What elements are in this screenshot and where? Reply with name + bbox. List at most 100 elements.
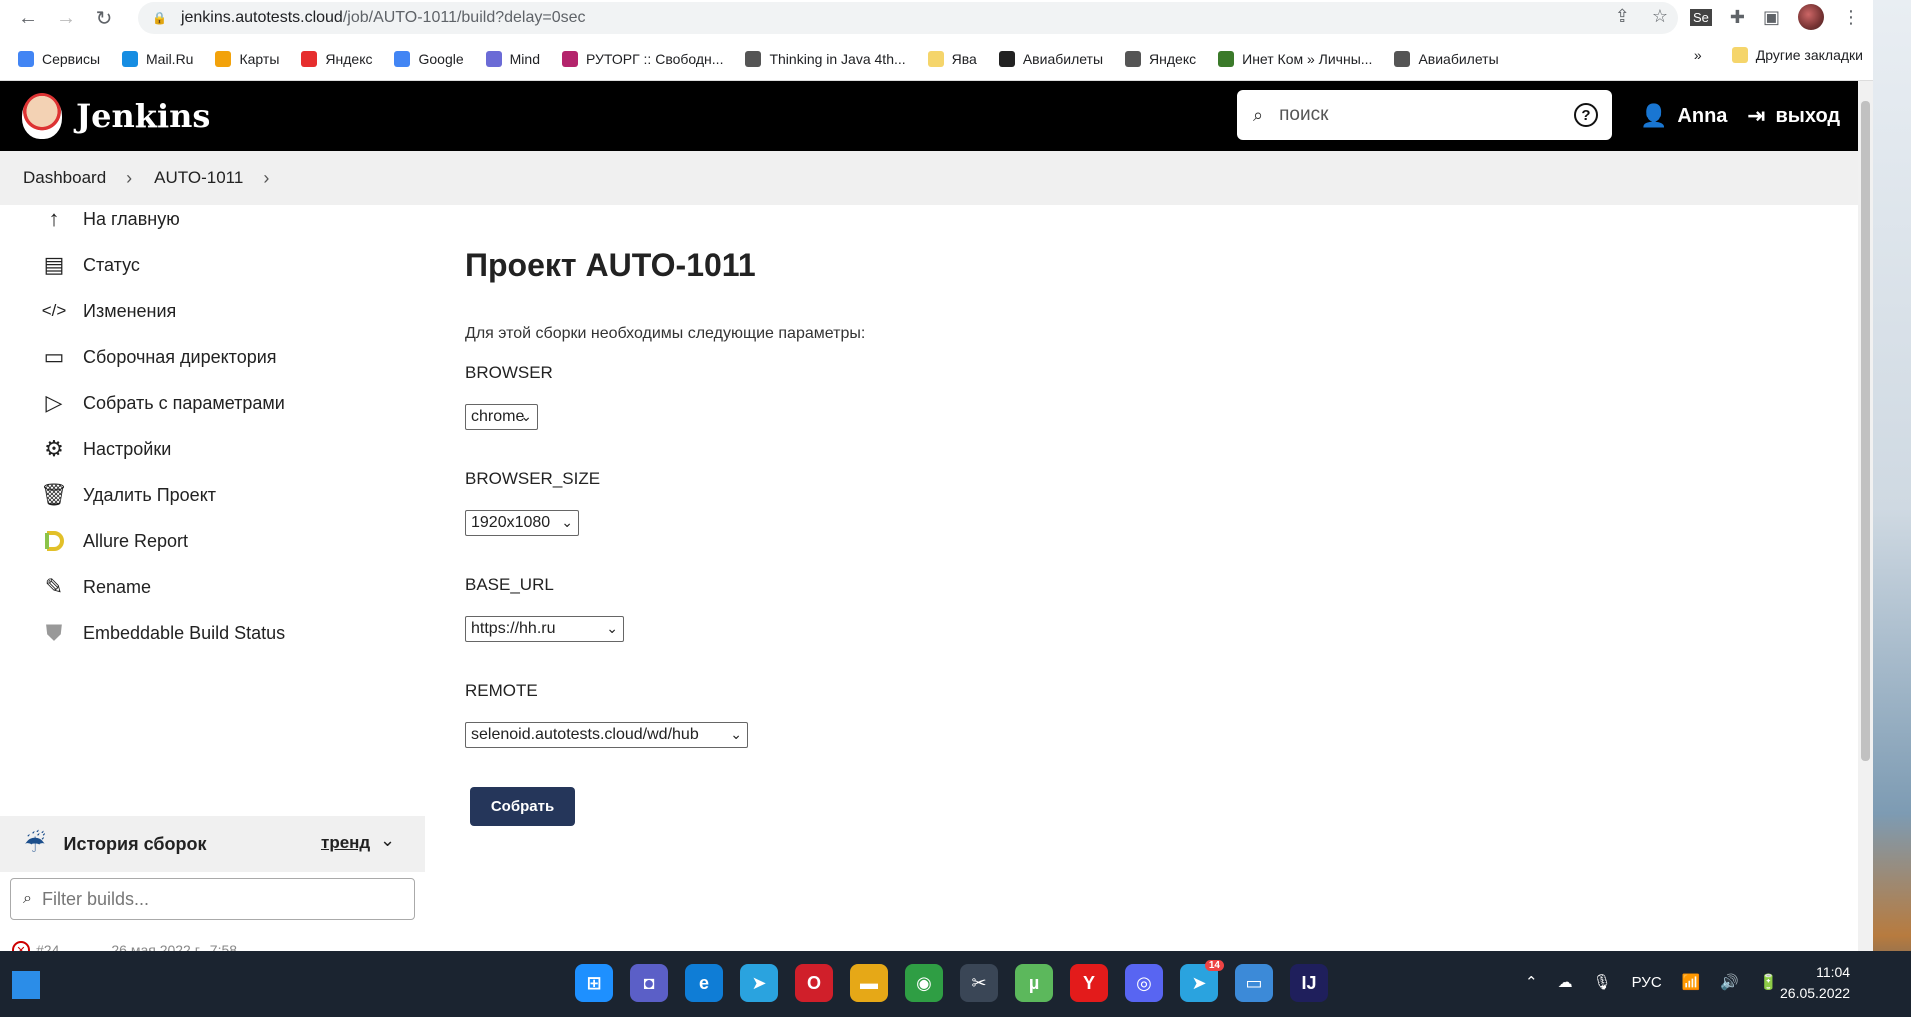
bookmark-label: Карты [239,50,280,67]
logout-link[interactable]: ⇥ выход [1747,103,1840,129]
select-value: selenoid.autotests.cloud/wd/hub [471,726,699,743]
snipping-tool-icon[interactable]: ✂ [960,964,998,1002]
breadcrumb-dashboard[interactable]: Dashboard [23,168,106,188]
wifi-icon[interactable]: 📶 [1682,973,1701,991]
chevron-up-icon[interactable]: ⌃ [1525,973,1538,991]
onedrive-cloud-icon[interactable]: ☁ [1558,973,1573,991]
sidebar-item-configure[interactable]: ⚙ Настройки [40,435,171,463]
inetcom-icon [1218,50,1235,67]
bookmark-item[interactable]: Карты [215,50,280,67]
side-panel-icon[interactable]: ▣ [1763,7,1780,28]
chevron-down-icon: ⌄ [730,726,742,742]
bookmark-item[interactable]: Thinking in Java 4th... [745,50,906,67]
bookmark-item[interactable]: Яндекс [1125,50,1196,67]
clock-date: 26.05.2022 [1780,985,1851,1001]
start-icon[interactable] [12,971,40,999]
chevron-right-icon: › [126,167,133,188]
chrome-icon[interactable]: ◉ [905,964,943,1002]
sidebar-item-build-with-params[interactable]: ▷ Собрать с параметрами [40,389,285,417]
telegram-icon[interactable]: ➤ [740,964,778,1002]
share-icon[interactable]: ⇪ [1615,6,1630,27]
sidebar-item-label: Собрать с параметрами [83,392,285,413]
bookmark-item[interactable]: Mail.Ru [122,50,193,67]
help-icon[interactable]: ? [1574,103,1598,127]
jenkins-logo[interactable]: Jenkins [22,93,210,139]
sidebar-item-label: Embeddable Build Status [83,622,286,643]
page-scrollbar[interactable] [1858,81,1873,951]
bookmark-item[interactable]: Ява [927,50,977,67]
bookmark-item[interactable]: Авиабилеты [1394,50,1499,67]
search-icon: ⌕ [1253,104,1264,125]
bookmark-star-icon[interactable]: ☆ [1652,6,1668,27]
sidebar-item-label: Изменения [83,300,177,321]
build-button[interactable]: Собрать [470,787,575,826]
select-value: https://hh.ru [471,620,556,637]
bookmark-item[interactable]: Яндекс [301,50,372,67]
param-select-browser[interactable]: chrome ⌄ [465,404,538,430]
language-indicator[interactable]: РУС [1632,974,1662,991]
forward-icon[interactable]: → [52,5,80,33]
telegram-desktop-icon[interactable]: ➤ 14 [1180,960,1224,1002]
extensions-puzzle-icon[interactable]: ✚ [1730,7,1745,28]
bookmark-item[interactable]: Сервисы [18,50,100,67]
user-link[interactable]: 👤 Anna [1640,103,1727,129]
sidebar-item-delete-project[interactable]: 🗑 Удалить Проект [40,481,216,509]
volume-icon[interactable]: 🔊 [1720,973,1739,991]
bookmark-label: Google [418,50,464,67]
desktop-wallpaper [1873,0,1911,1017]
chevron-right-icon[interactable]: › [263,168,269,189]
bookmark-item[interactable]: Mind [485,50,540,67]
edge-icon[interactable]: e [685,964,723,1002]
microphone-icon[interactable]: 🎙 [1593,973,1612,991]
plane-icon [998,50,1015,67]
file-explorer-icon[interactable]: ▬ [850,964,888,1002]
windows-start-icon[interactable]: ⊞ [575,964,613,1002]
build-number[interactable]: #24 [36,942,59,951]
more-bookmarks-button[interactable]: » [1694,47,1702,63]
sidebar-item-allure-report[interactable]: Allure Report [40,527,188,555]
desktop-app-icon[interactable]: ▭ [1235,964,1273,1002]
browser-menu-icon[interactable]: ⋮ [1842,7,1860,28]
bookmark-item[interactable]: Google [394,50,464,67]
logout-icon: ⇥ [1747,103,1766,128]
search-input[interactable]: ⌕ поиск ? [1237,90,1612,140]
lock-icon: 🔒 [152,11,167,25]
sidebar-item-rename[interactable]: ✎ Rename [40,573,151,601]
param-select-base-url[interactable]: https://hh.ru ⌄ [465,616,624,642]
utorrent-icon[interactable]: µ [1015,964,1053,1002]
discord-icon[interactable]: ◎ [1125,964,1163,1002]
back-icon[interactable]: ← [14,5,42,33]
rutorg-icon [562,50,578,67]
sidebar-item-embeddable-build-status[interactable]: ⛊ Embeddable Build Status [40,619,285,647]
sidebar-item-workspace[interactable]: ▭ Сборочная директория [40,343,277,371]
bookmark-item[interactable]: РУТОРГ :: Свободн... [562,50,723,67]
taskbar-clock[interactable]: 11:04 26.05.2022 [1780,962,1850,1004]
trend-link[interactable]: тренд [321,833,370,853]
sidebar-item-status[interactable]: ▤ Статус [40,251,140,279]
scrollbar-thumb[interactable] [1861,101,1870,761]
sidebar-item-home[interactable]: ↑ На главную [40,205,180,233]
other-bookmarks-folder[interactable]: Другие закладки [1731,47,1863,63]
bookmark-item[interactable]: Инет Ком » Личны... [1218,50,1372,67]
teams-chat-icon[interactable]: ◘ [630,964,668,1002]
chevron-down-icon[interactable]: ⌄ [380,830,395,851]
reload-icon[interactable]: ↻ [90,5,118,33]
battery-icon[interactable]: 🔋 [1759,973,1778,991]
globe-icon [745,50,762,67]
intellij-idea-icon[interactable]: IJ [1290,964,1328,1002]
param-label-remote: REMOTE [465,681,538,700]
profile-avatar[interactable] [1798,4,1825,30]
param-select-remote[interactable]: selenoid.autotests.cloud/wd/hub ⌄ [465,722,748,748]
address-bar[interactable]: 🔒 jenkins.autotests.cloud/job/AUTO-1011/… [138,2,1678,34]
filter-builds-input[interactable]: ⌕ Filter builds... [10,878,415,920]
param-select-browser-size[interactable]: 1920x1080 ⌄ [465,510,579,536]
build-history-row[interactable]: ✕ #24 26 мая 2022 г., 7:58 [12,940,422,951]
sidebar-item-label: Сборочная директория [83,346,277,367]
selenium-extension-icon[interactable]: Se [1690,8,1712,26]
yandex-browser-icon[interactable]: Y [1070,964,1108,1002]
opera-icon[interactable]: O [795,964,833,1002]
breadcrumb-job[interactable]: AUTO-1011 [154,168,243,188]
bookmark-item[interactable]: Авиабилеты [998,50,1103,67]
sidebar-item-changes[interactable]: </> Изменения [40,297,177,325]
maps-icon [215,50,232,67]
